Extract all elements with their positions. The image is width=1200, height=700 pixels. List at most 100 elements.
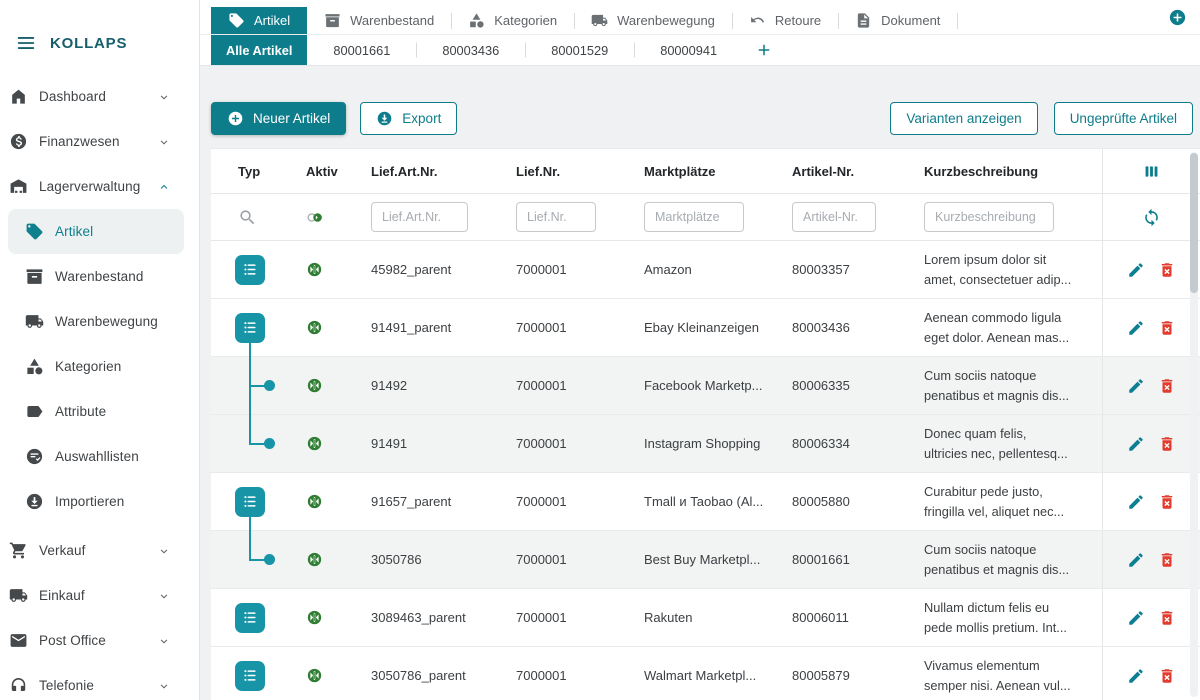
parent-type-button[interactable]	[235, 661, 265, 691]
table-row[interactable]: 30507867000001Best Buy Marketpl...800016…	[211, 531, 1200, 589]
sidebar-nav: Dashboard FinanzwesenLagerverwaltungArtik…	[0, 74, 199, 700]
sidebar-header: KOLLAPS	[0, 28, 199, 58]
article-tabbar: Alle Artikel800016618000343680001529 8000…	[200, 35, 1200, 66]
sidebar-item-finanzwesen[interactable]: Finanzwesen	[0, 119, 199, 164]
tab-kategorien[interactable]: Kategorien	[451, 7, 574, 34]
app-logo: KOLLAPS	[50, 35, 127, 52]
cell-lief-art-nr: 91492	[371, 378, 407, 393]
search-icon[interactable]	[238, 208, 257, 227]
table-row[interactable]: 91657_parent7000001Tmall и Taobao (Al...…	[211, 473, 1200, 531]
download-circle-icon	[376, 110, 393, 127]
chevron-up-icon	[157, 180, 171, 194]
filter-input-marktplatze[interactable]	[644, 202, 744, 232]
sidebar-item-label: Warenbestand	[55, 269, 144, 284]
scrollbar-thumb[interactable]	[1190, 153, 1198, 293]
article-tab-80001661[interactable]: 80001661	[307, 35, 416, 65]
edit-button[interactable]	[1127, 377, 1145, 395]
filter-input-lief-art-nr[interactable]	[371, 202, 468, 232]
document-icon	[855, 12, 872, 29]
sidebar-item-auswahllisten[interactable]: Auswahllisten	[0, 434, 199, 479]
sidebar-item-attribute[interactable]: Attribute	[0, 389, 199, 434]
delete-button[interactable]	[1158, 609, 1176, 627]
sidebar-item-warenbewegung[interactable]: Warenbewegung	[0, 299, 199, 344]
sidebar-item-dashboard[interactable]: Dashboard	[0, 74, 199, 119]
sidebar-item-label: Telefonie	[39, 678, 94, 693]
delete-button[interactable]	[1158, 319, 1176, 337]
edit-button[interactable]	[1127, 319, 1145, 337]
sidebar-item-post-office[interactable]: Post Office	[0, 618, 199, 663]
article-tab-alle-artikel[interactable]: Alle Artikel	[211, 35, 307, 65]
filter-input-kurzbeschreibung[interactable]	[924, 202, 1054, 232]
parent-type-button[interactable]	[235, 603, 265, 633]
table-row[interactable]: 45982_parent7000001Amazon80003357Lorem i…	[211, 241, 1200, 299]
article-tab-label: 80000941	[660, 43, 717, 58]
delete-button[interactable]	[1158, 377, 1176, 395]
edit-button[interactable]	[1127, 261, 1145, 279]
aktiv-filter-toggle-icon[interactable]	[306, 208, 325, 227]
sidebar-item-lagerverwaltung[interactable]: Lagerverwaltung	[0, 164, 199, 209]
add-article-tab-button[interactable]	[755, 41, 773, 59]
parent-type-button[interactable]	[235, 487, 265, 517]
tree-connector-line	[249, 530, 251, 560]
table-row[interactable]: 91491_parent7000001Ebay Kleinanzeigen800…	[211, 299, 1200, 357]
table-row[interactable]: 914917000001Instagram Shopping80006334Do…	[211, 415, 1200, 473]
table-header-row: TypAktivLief.Art.Nr.Lief.Nr.MarktplätzeA…	[211, 149, 1200, 194]
article-tab-80001529[interactable]: 80001529	[525, 35, 634, 65]
home-icon	[9, 87, 28, 106]
cell-lief-nr: 7000001	[516, 668, 567, 683]
articles-table-body: TypAktivLief.Art.Nr.Lief.Nr.MarktplätzeA…	[211, 149, 1200, 700]
cell-kurzbeschreibung: Donec quam felis,ultricies nec, pellente…	[924, 424, 1068, 462]
export-button[interactable]: Export	[360, 102, 457, 135]
tab-warenbewegung[interactable]: Warenbewegung	[574, 7, 732, 34]
sidebar-item-warenbestand[interactable]: Warenbestand	[0, 254, 199, 299]
menu-icon[interactable]	[15, 32, 37, 54]
sidebar-item-telefonie[interactable]: Telefonie	[0, 663, 199, 700]
delete-button[interactable]	[1158, 667, 1176, 685]
tree-connector-dot	[264, 380, 275, 391]
show-variants-label: Varianten anzeigen	[906, 111, 1021, 126]
tab-retoure[interactable]: Retoure	[732, 7, 838, 34]
edit-button[interactable]	[1127, 609, 1145, 627]
delete-button[interactable]	[1158, 551, 1176, 569]
sidebar-item-einkauf[interactable]: Einkauf	[0, 573, 199, 618]
cell-kurzbeschreibung: Curabitur pede justo,fringilla vel, aliq…	[924, 482, 1064, 520]
sidebar-item-label: Dashboard	[39, 89, 106, 104]
sidebar-item-importieren[interactable]: Importieren	[0, 479, 199, 524]
table-row[interactable]: 3089463_parent7000001Rakuten80006011Null…	[211, 589, 1200, 647]
plus-circle-icon	[227, 110, 244, 127]
edit-button[interactable]	[1127, 551, 1145, 569]
sidebar-item-verkauf[interactable]: Verkauf	[0, 528, 199, 573]
cell-marktplatz: Best Buy Marketpl...	[644, 552, 760, 567]
show-variants-button[interactable]: Varianten anzeigen	[890, 102, 1037, 135]
filter-input-artikel-nr[interactable]	[792, 202, 876, 232]
view-columns-icon[interactable]	[1142, 162, 1161, 181]
headset-icon	[9, 676, 28, 695]
parent-type-button[interactable]	[235, 313, 265, 343]
tab-dokument[interactable]: Dokument	[838, 7, 957, 34]
filter-input-lief-nr[interactable]	[516, 202, 596, 232]
unchecked-articles-button[interactable]: Ungeprüfte Artikel	[1054, 102, 1193, 135]
sidebar-item-kategorien[interactable]: Kategorien	[0, 344, 199, 389]
edit-button[interactable]	[1127, 667, 1145, 685]
edit-button[interactable]	[1127, 493, 1145, 511]
parent-type-button[interactable]	[235, 255, 265, 285]
article-tab-80003436[interactable]: 80003436	[416, 35, 525, 65]
sidebar: KOLLAPS Dashboard FinanzwesenLagerverwalt…	[0, 0, 200, 700]
finance-icon	[9, 132, 28, 151]
delete-button[interactable]	[1158, 261, 1176, 279]
table-row[interactable]: 914927000001Facebook Marketp...80006335C…	[211, 357, 1200, 415]
return-icon	[749, 12, 766, 29]
edit-button[interactable]	[1127, 435, 1145, 453]
add-module-tab-button[interactable]	[1168, 8, 1187, 27]
article-tab-80000941[interactable]: 80000941	[634, 35, 743, 65]
new-article-label: Neuer Artikel	[253, 111, 330, 126]
delete-button[interactable]	[1158, 435, 1176, 453]
refresh-icon[interactable]	[1142, 208, 1161, 227]
tab-warenbestand[interactable]: Warenbestand	[307, 7, 451, 34]
category-icon	[25, 357, 44, 376]
tab-artikel[interactable]: Artikel	[211, 7, 307, 34]
sidebar-item-artikel[interactable]: Artikel	[8, 209, 184, 254]
table-row[interactable]: 3050786_parent7000001Walmart Marketpl...…	[211, 647, 1200, 700]
delete-button[interactable]	[1158, 493, 1176, 511]
new-article-button[interactable]: Neuer Artikel	[211, 102, 346, 135]
